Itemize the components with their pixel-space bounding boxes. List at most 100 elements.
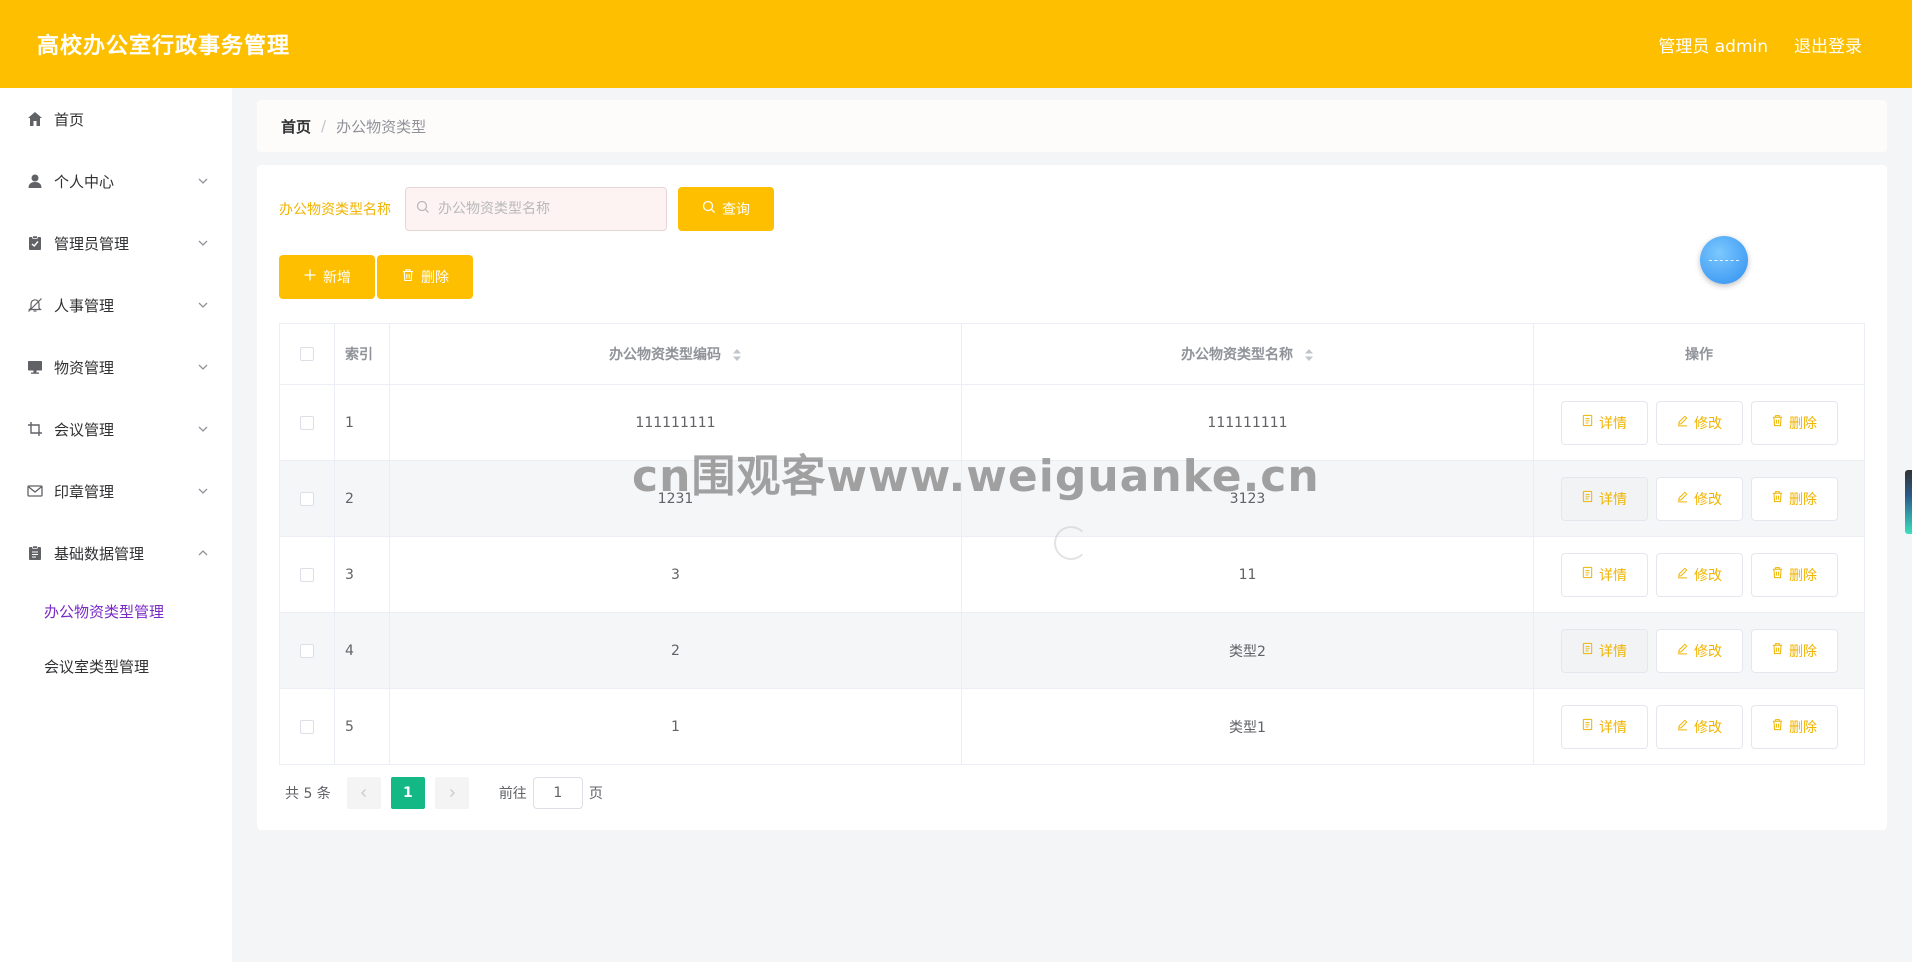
sidebar-item-supplies-management[interactable]: 物资管理 — [0, 336, 232, 398]
detail-button-label: 详情 — [1599, 415, 1627, 432]
sidebar-item-basic-data-management[interactable]: 基础数据管理 — [0, 522, 232, 584]
header-code[interactable]: 办公物资类型编码 — [389, 323, 962, 385]
add-button-label: 新增 — [323, 270, 351, 286]
row-name: 11 — [961, 536, 1534, 613]
detail-button[interactable]: 详情 — [1560, 704, 1648, 749]
add-button[interactable]: 新增 — [279, 255, 375, 299]
table-row: 5 1 类型1 详情 修改 删除 — [279, 688, 1865, 765]
next-page-button[interactable] — [434, 777, 469, 809]
table-header-row: 索引 办公物资类型编码 办公物资类型名称 操作 — [279, 323, 1865, 385]
bell-off-icon — [26, 296, 44, 314]
edit-button[interactable]: 修改 — [1655, 628, 1743, 673]
row-name: 类型2 — [961, 612, 1534, 689]
sidebar-item-label: 基础数据管理 — [54, 544, 145, 563]
row-operations: 详情 修改 删除 — [1533, 536, 1865, 613]
select-all-checkbox[interactable] — [300, 347, 314, 361]
row-name: 类型1 — [961, 688, 1534, 765]
pagination-goto-input[interactable] — [532, 777, 583, 809]
row-operations: 详情 修改 删除 — [1533, 384, 1865, 461]
sidebar-item-label: 管理员管理 — [54, 234, 130, 253]
sidebar-item-personal-center[interactable]: 个人中心 — [0, 150, 232, 212]
row-select-cell — [279, 536, 335, 613]
chevron-left-icon — [360, 789, 366, 797]
trash-icon — [1771, 566, 1784, 583]
sidebar-item-home[interactable]: 首页 — [0, 88, 232, 150]
side-drawer-handle[interactable] — [1905, 470, 1912, 534]
chevron-down-icon — [196, 174, 210, 188]
query-button[interactable]: 查询 — [678, 187, 774, 231]
detail-button[interactable]: 详情 — [1560, 628, 1648, 673]
row-checkbox[interactable] — [300, 643, 314, 658]
sort-icon[interactable] — [1304, 348, 1314, 362]
row-checkbox[interactable] — [300, 415, 314, 430]
search-input[interactable] — [438, 201, 658, 217]
delete-button[interactable]: 删除 — [1750, 704, 1838, 749]
app-title: 高校办公室行政事务管理 — [37, 34, 291, 59]
edit-icon — [1676, 566, 1689, 583]
edit-button[interactable]: 修改 — [1655, 704, 1743, 749]
chevron-down-icon — [196, 422, 210, 436]
delete-button[interactable]: 删除 — [1750, 628, 1838, 673]
detail-button[interactable]: 详情 — [1560, 552, 1648, 597]
table-body: 1 111111111 111111111 详情 修改 删除 2 1231 3123 详情 修改 删除… — [279, 384, 1865, 765]
monitor-icon — [26, 358, 44, 376]
row-operations: 详情 修改 删除 — [1533, 460, 1865, 537]
document-icon — [1581, 566, 1594, 583]
edit-button[interactable]: 修改 — [1655, 552, 1743, 597]
submenu-item-meeting-room-types[interactable]: 会议室类型管理 — [0, 639, 232, 694]
row-checkbox[interactable] — [300, 491, 314, 506]
document-icon — [1581, 642, 1594, 659]
chevron-down-icon — [196, 298, 210, 312]
breadcrumb-home[interactable]: 首页 — [281, 116, 311, 137]
detail-button[interactable]: 详情 — [1560, 476, 1648, 521]
sidebar-item-hr-management[interactable]: 人事管理 — [0, 274, 232, 336]
pagination-goto-label: 前往 — [498, 786, 527, 802]
detail-button-label: 详情 — [1599, 719, 1627, 736]
row-index: 4 — [334, 612, 390, 689]
sidebar-item-meeting-management[interactable]: 会议管理 — [0, 398, 232, 460]
row-code: 1 — [389, 688, 962, 765]
search-icon — [416, 200, 430, 218]
sidebar-item-label: 印章管理 — [54, 482, 115, 501]
detail-button-label: 详情 — [1599, 491, 1627, 508]
sort-icon[interactable] — [732, 348, 742, 362]
current-user-label: 管理员 admin — [1658, 36, 1768, 57]
content-card: 办公物资类型名称 查询 新增 删除 — [257, 165, 1887, 830]
floating-ball-line — [1709, 259, 1739, 261]
logout-link[interactable]: 退出登录 — [1794, 32, 1862, 57]
detail-button[interactable]: 详情 — [1560, 400, 1648, 445]
edit-button[interactable]: 修改 — [1655, 476, 1743, 521]
page-number-1[interactable]: 1 — [390, 777, 425, 809]
row-code: 111111111 — [389, 384, 962, 461]
delete-button[interactable]: 删除 — [1750, 552, 1838, 597]
delete-button[interactable]: 删除 — [1750, 400, 1838, 445]
trash-icon — [1771, 490, 1784, 507]
header-code-label: 办公物资类型编码 — [609, 347, 722, 363]
mail-icon — [26, 482, 44, 500]
row-index: 1 — [334, 384, 390, 461]
row-select-cell — [279, 612, 335, 689]
sidebar-item-seal-management[interactable]: 印章管理 — [0, 460, 232, 522]
edit-button[interactable]: 修改 — [1655, 400, 1743, 445]
sidebar-item-admin-management[interactable]: 管理员管理 — [0, 212, 232, 274]
chevron-down-icon — [196, 236, 210, 250]
chevron-right-icon — [449, 789, 455, 797]
header-name[interactable]: 办公物资类型名称 — [961, 323, 1534, 385]
row-operations: 详情 修改 删除 — [1533, 612, 1865, 689]
trash-icon — [401, 268, 415, 286]
submenu-item-office-supply-types[interactable]: 办公物资类型管理 — [0, 584, 232, 639]
header-index: 索引 — [334, 323, 390, 385]
row-index: 5 — [334, 688, 390, 765]
floating-assistant-ball[interactable] — [1700, 236, 1748, 284]
row-checkbox[interactable] — [300, 719, 314, 734]
batch-delete-button[interactable]: 删除 — [377, 255, 473, 299]
row-code: 3 — [389, 536, 962, 613]
batch-delete-button-label: 删除 — [421, 270, 449, 286]
header-op: 操作 — [1533, 323, 1865, 385]
edit-button-label: 修改 — [1694, 415, 1722, 432]
trash-icon — [1771, 642, 1784, 659]
prev-page-button[interactable] — [346, 777, 381, 809]
row-checkbox[interactable] — [300, 567, 314, 582]
delete-button[interactable]: 删除 — [1750, 476, 1838, 521]
edit-button-label: 修改 — [1694, 643, 1722, 660]
